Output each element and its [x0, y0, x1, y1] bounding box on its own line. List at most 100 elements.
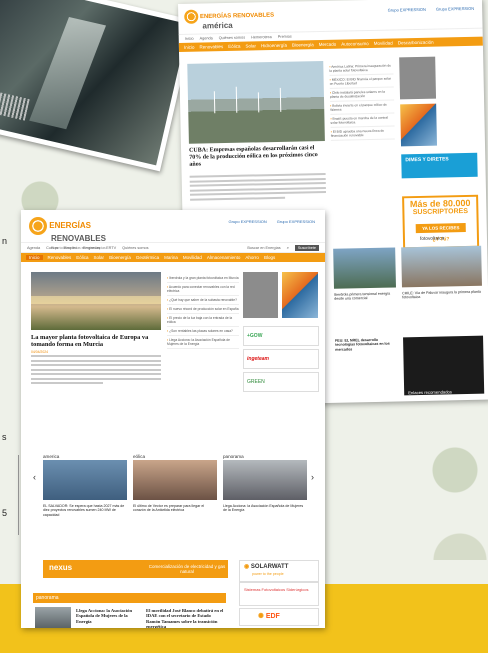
dimes-banner[interactable]: DIMES Y DIRETES [401, 152, 478, 179]
nav-item[interactable]: Mercado [319, 42, 337, 47]
sun-icon: ◉ [244, 564, 250, 570]
section-caption[interactable]: El último de Vector es preparar para lle… [133, 504, 217, 513]
section-thumb[interactable] [223, 460, 307, 500]
menu-item[interactable]: ERTV [106, 246, 116, 250]
nav-item[interactable]: Movilidad [374, 41, 393, 46]
section-thumb[interactable] [43, 460, 127, 500]
nav-item[interactable]: Ahorro [245, 255, 259, 260]
list-item[interactable]: Chile instalará paneles solares en la pl… [329, 87, 395, 102]
section-thumb[interactable] [133, 460, 217, 500]
list-item[interactable]: ¿Qué hay que saber de la subasta renovab… [167, 296, 239, 305]
list-item[interactable]: El precio de la luz baja con la entrada … [167, 314, 239, 327]
banner-message: Comercialización de electricidad y gas n… [148, 564, 226, 574]
section-title[interactable]: eólica [133, 454, 145, 459]
news-caption[interactable]: FEU: EL NREL desarrolla tecnologías foto… [335, 337, 397, 351]
ad-banner[interactable]: GREEN [243, 372, 319, 392]
nav-item[interactable]: Solar [245, 43, 256, 48]
nav-item[interactable]: Bioenergía [109, 255, 131, 260]
list-item[interactable]: El nuevo récord de producción solar en E… [167, 305, 239, 314]
search-icon[interactable]: ⌕ [287, 246, 289, 250]
divider [18, 455, 19, 535]
panorama-headline[interactable]: El movilidad José Blanco debatirá en el … [146, 608, 224, 628]
nav-item[interactable]: Almacenamiento [207, 255, 241, 260]
menu-item[interactable]: Agenda [27, 246, 40, 250]
news-thumb[interactable] [333, 247, 396, 289]
nav-item[interactable]: Bioenergía [292, 42, 314, 47]
search-input[interactable]: Buscar en Energías [247, 246, 280, 250]
menu-item[interactable]: Empleo [64, 246, 77, 250]
nav-item[interactable]: Marina [164, 255, 178, 260]
menu-item[interactable]: Quiénes somos [219, 36, 245, 41]
menu-item[interactable]: Empresas [83, 246, 100, 250]
nav-item[interactable]: Geotérmica [136, 255, 159, 260]
video-player[interactable] [403, 335, 485, 396]
menu-item[interactable]: Quiénes somos [122, 246, 148, 250]
ad-solar-image[interactable] [400, 103, 438, 147]
nav-item[interactable]: Eólica [76, 255, 88, 260]
nav-item-active[interactable]: Inicio [26, 255, 43, 260]
hero-image-wind-farm[interactable] [187, 60, 325, 144]
section-title[interactable]: panorama [223, 454, 244, 459]
subscribe-button[interactable]: Suscríbete [294, 244, 319, 251]
subscribe-button[interactable]: YA LOS RECIBES [415, 223, 466, 234]
menu-item[interactable]: Hemeroteca [251, 35, 272, 39]
panorama-thumb[interactable] [35, 607, 71, 628]
section-title[interactable]: fotovoltaica [420, 236, 444, 242]
menu-item[interactable]: Agenda [200, 36, 213, 40]
nav-item[interactable]: Movilidad [183, 255, 202, 260]
solarwatt-ad[interactable]: ◉ SOLARWATT power to the people [239, 560, 319, 582]
list-item[interactable]: Llega Acciona: la Asociación Española de… [167, 336, 239, 349]
menu-item[interactable]: Inicio [185, 37, 194, 41]
ad-banner[interactable]: ingeteam [243, 349, 319, 369]
nav-item[interactable]: Eólica [228, 44, 240, 49]
nav-item[interactable]: Descarbonización [398, 40, 434, 46]
ad-logo[interactable]: Grupo EXPRESSION [229, 219, 267, 224]
nexus-banner[interactable]: nexus Comercialización de electricidad y… [43, 560, 228, 578]
ad-logo[interactable]: Grupo EXPRESSION [388, 7, 426, 13]
list-item[interactable]: El BID aprueba una nueva línea de financ… [330, 126, 395, 141]
front-page-screenshot: ENERGÍAS RENOVABLES El periodismo de las… [21, 210, 325, 628]
news-thumb[interactable] [401, 245, 482, 288]
list-item[interactable]: Acuerdo para conectar renovables con la … [167, 283, 239, 296]
ad-logo[interactable]: Grupo EXPRESSION [277, 219, 315, 224]
nav-item[interactable]: Solar [94, 255, 105, 260]
nav-item[interactable]: Blogs [264, 255, 275, 260]
nav-item[interactable]: Autoconsumo [341, 41, 369, 47]
lead-body [189, 172, 327, 203]
lead-headline[interactable]: CUBA: Empresas españolas desarrollarán c… [189, 145, 325, 169]
ad-logo[interactable]: Grupo EXPRESSION [436, 6, 474, 12]
stray-number: 5 [2, 508, 8, 518]
section-title[interactable]: america [43, 454, 59, 459]
ad-banner[interactable]: +GOW [243, 326, 319, 346]
hero-image-solar-plant[interactable] [31, 272, 161, 330]
menu-item[interactable]: Premios [278, 35, 292, 39]
ad-square[interactable] [399, 56, 437, 100]
list-item[interactable]: Bolivia invierte en el parque eólico de … [330, 100, 395, 115]
nav-item[interactable]: Inicio [184, 45, 195, 50]
edf-ad[interactable]: ✺ EDF [239, 608, 319, 626]
ad-solar-image[interactable] [282, 272, 319, 318]
news-caption[interactable]: Iberdrola primera tensional energía desd… [334, 291, 396, 301]
list-item[interactable]: Iberdrola y la gran planta fotovoltaica … [167, 274, 239, 283]
panorama-section-header[interactable]: panorama [33, 593, 226, 603]
recommended-links[interactable]: Enlaces recomendados [408, 389, 452, 395]
lead-date: 04/04/2024 [31, 350, 48, 354]
chevron-right-icon[interactable]: › [311, 472, 314, 482]
nav-item[interactable]: Renovables [199, 44, 223, 49]
panorama-headline[interactable]: Llega Acciona: la Asociación Española de… [76, 608, 136, 624]
chevron-left-icon[interactable]: ‹ [33, 472, 36, 482]
back-page-logo: ENERGÍAS RENOVABLES américa [184, 8, 274, 31]
top-menu: Agenda Cursos Empleo Empresas ERTV Quién… [21, 242, 325, 253]
list-item[interactable]: ¿Son rentables las placas solares en cas… [167, 327, 239, 336]
main-nav: Inicio Renovables Eólica Solar Bioenergí… [21, 253, 325, 262]
section-caption[interactable]: Llega Acciona: la Asociación Española de… [223, 504, 307, 513]
ad-square[interactable] [243, 272, 278, 318]
nav-item[interactable]: Renovables [48, 255, 72, 260]
section-caption[interactable]: EL SALVADOR: Se espera que hasta 2027 má… [43, 504, 127, 517]
nav-item[interactable]: Hidroenergía [261, 43, 287, 49]
ad-banner[interactable]: Sistemas Fotovoltaicos Siderúrgicos [239, 582, 319, 606]
menu-item[interactable]: Cursos [46, 246, 58, 250]
news-caption[interactable]: CHILE: Vía de Paluvar inaugura la primer… [402, 290, 482, 300]
lead-headline[interactable]: La mayor planta fotovoltaica de Europa v… [31, 334, 161, 349]
subscribe-word: SUSCRIPTORES [412, 207, 469, 217]
